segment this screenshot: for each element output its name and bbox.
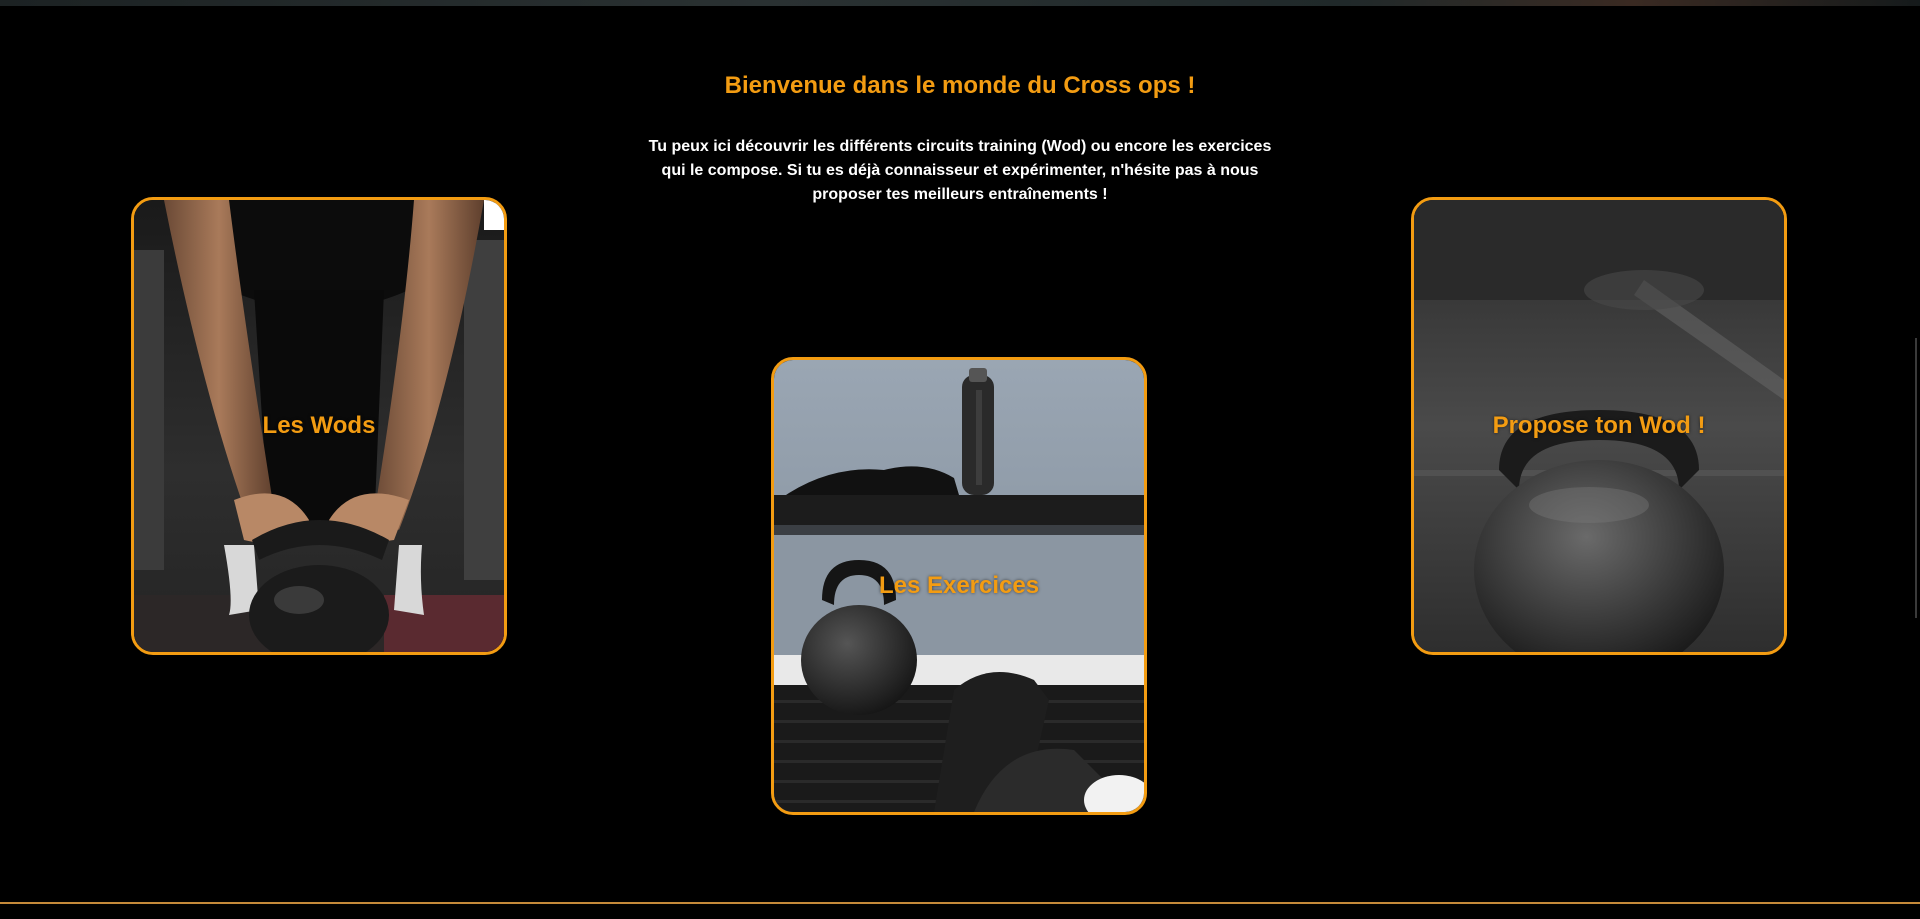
card-label-les-exercices: Les Exercices — [878, 572, 1040, 599]
intro-text: Tu peux ici découvrir les différents cir… — [648, 138, 1272, 203]
card-label-les-wods: Les Wods — [262, 412, 376, 439]
card-les-exercices[interactable]: Les Exercices — [771, 357, 1147, 815]
card-label-propose-ton-wod: Propose ton Wod ! — [1492, 412, 1706, 439]
footer-divider — [0, 902, 1920, 904]
card-propose-ton-wod[interactable]: Propose ton Wod ! — [1411, 197, 1787, 655]
page: Bienvenue dans le monde du Cross ops ! T… — [0, 0, 1920, 919]
hero-banner-bottom — [0, 0, 1920, 6]
welcome-title: Bienvenue dans le monde du Cross ops ! — [724, 72, 1196, 99]
card-les-wods[interactable]: Les Wods — [131, 197, 507, 655]
scrollbar[interactable] — [1915, 338, 1917, 618]
